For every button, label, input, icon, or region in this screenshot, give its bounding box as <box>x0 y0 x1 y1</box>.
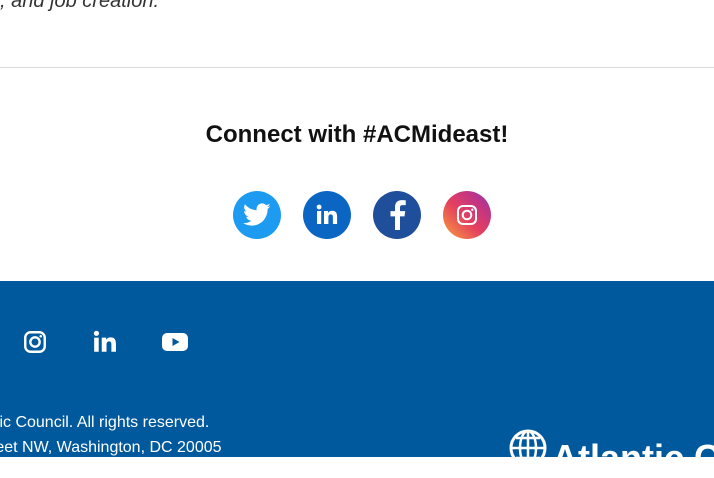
instagram-icon <box>457 205 477 225</box>
instagram-link[interactable] <box>443 191 491 239</box>
linkedin-icon <box>93 330 116 352</box>
social-links <box>233 191 491 239</box>
facebook-link[interactable] <box>373 191 421 239</box>
footer-youtube-link[interactable] <box>162 333 188 351</box>
footer-social-links <box>22 329 232 355</box>
linkedin-link[interactable] <box>303 191 351 239</box>
twitter-link[interactable] <box>233 191 281 239</box>
intro-text: , and job creation. <box>0 0 159 12</box>
youtube-icon <box>162 333 188 351</box>
footer-linkedin-link[interactable] <box>92 329 118 355</box>
globe-logo-icon <box>509 429 547 467</box>
footer-instagram-link[interactable] <box>22 329 48 355</box>
site-footer: y tic Council. All rights reserved. reet… <box>0 281 714 476</box>
address-text: reet NW, Washington, DC 20005 <box>0 439 222 456</box>
instagram-icon <box>24 331 46 353</box>
section-divider <box>0 67 714 68</box>
twitter-icon <box>243 203 271 226</box>
brand-name: Atlantic C <box>552 437 714 478</box>
copyright-text: tic Council. All rights reserved. <box>0 414 210 431</box>
atlantic-council-logo[interactable]: Atlantic C <box>508 428 714 476</box>
linkedin-icon <box>316 204 338 224</box>
connect-title: Connect with #ACMideast! <box>205 121 509 148</box>
facebook-icon <box>390 200 406 230</box>
